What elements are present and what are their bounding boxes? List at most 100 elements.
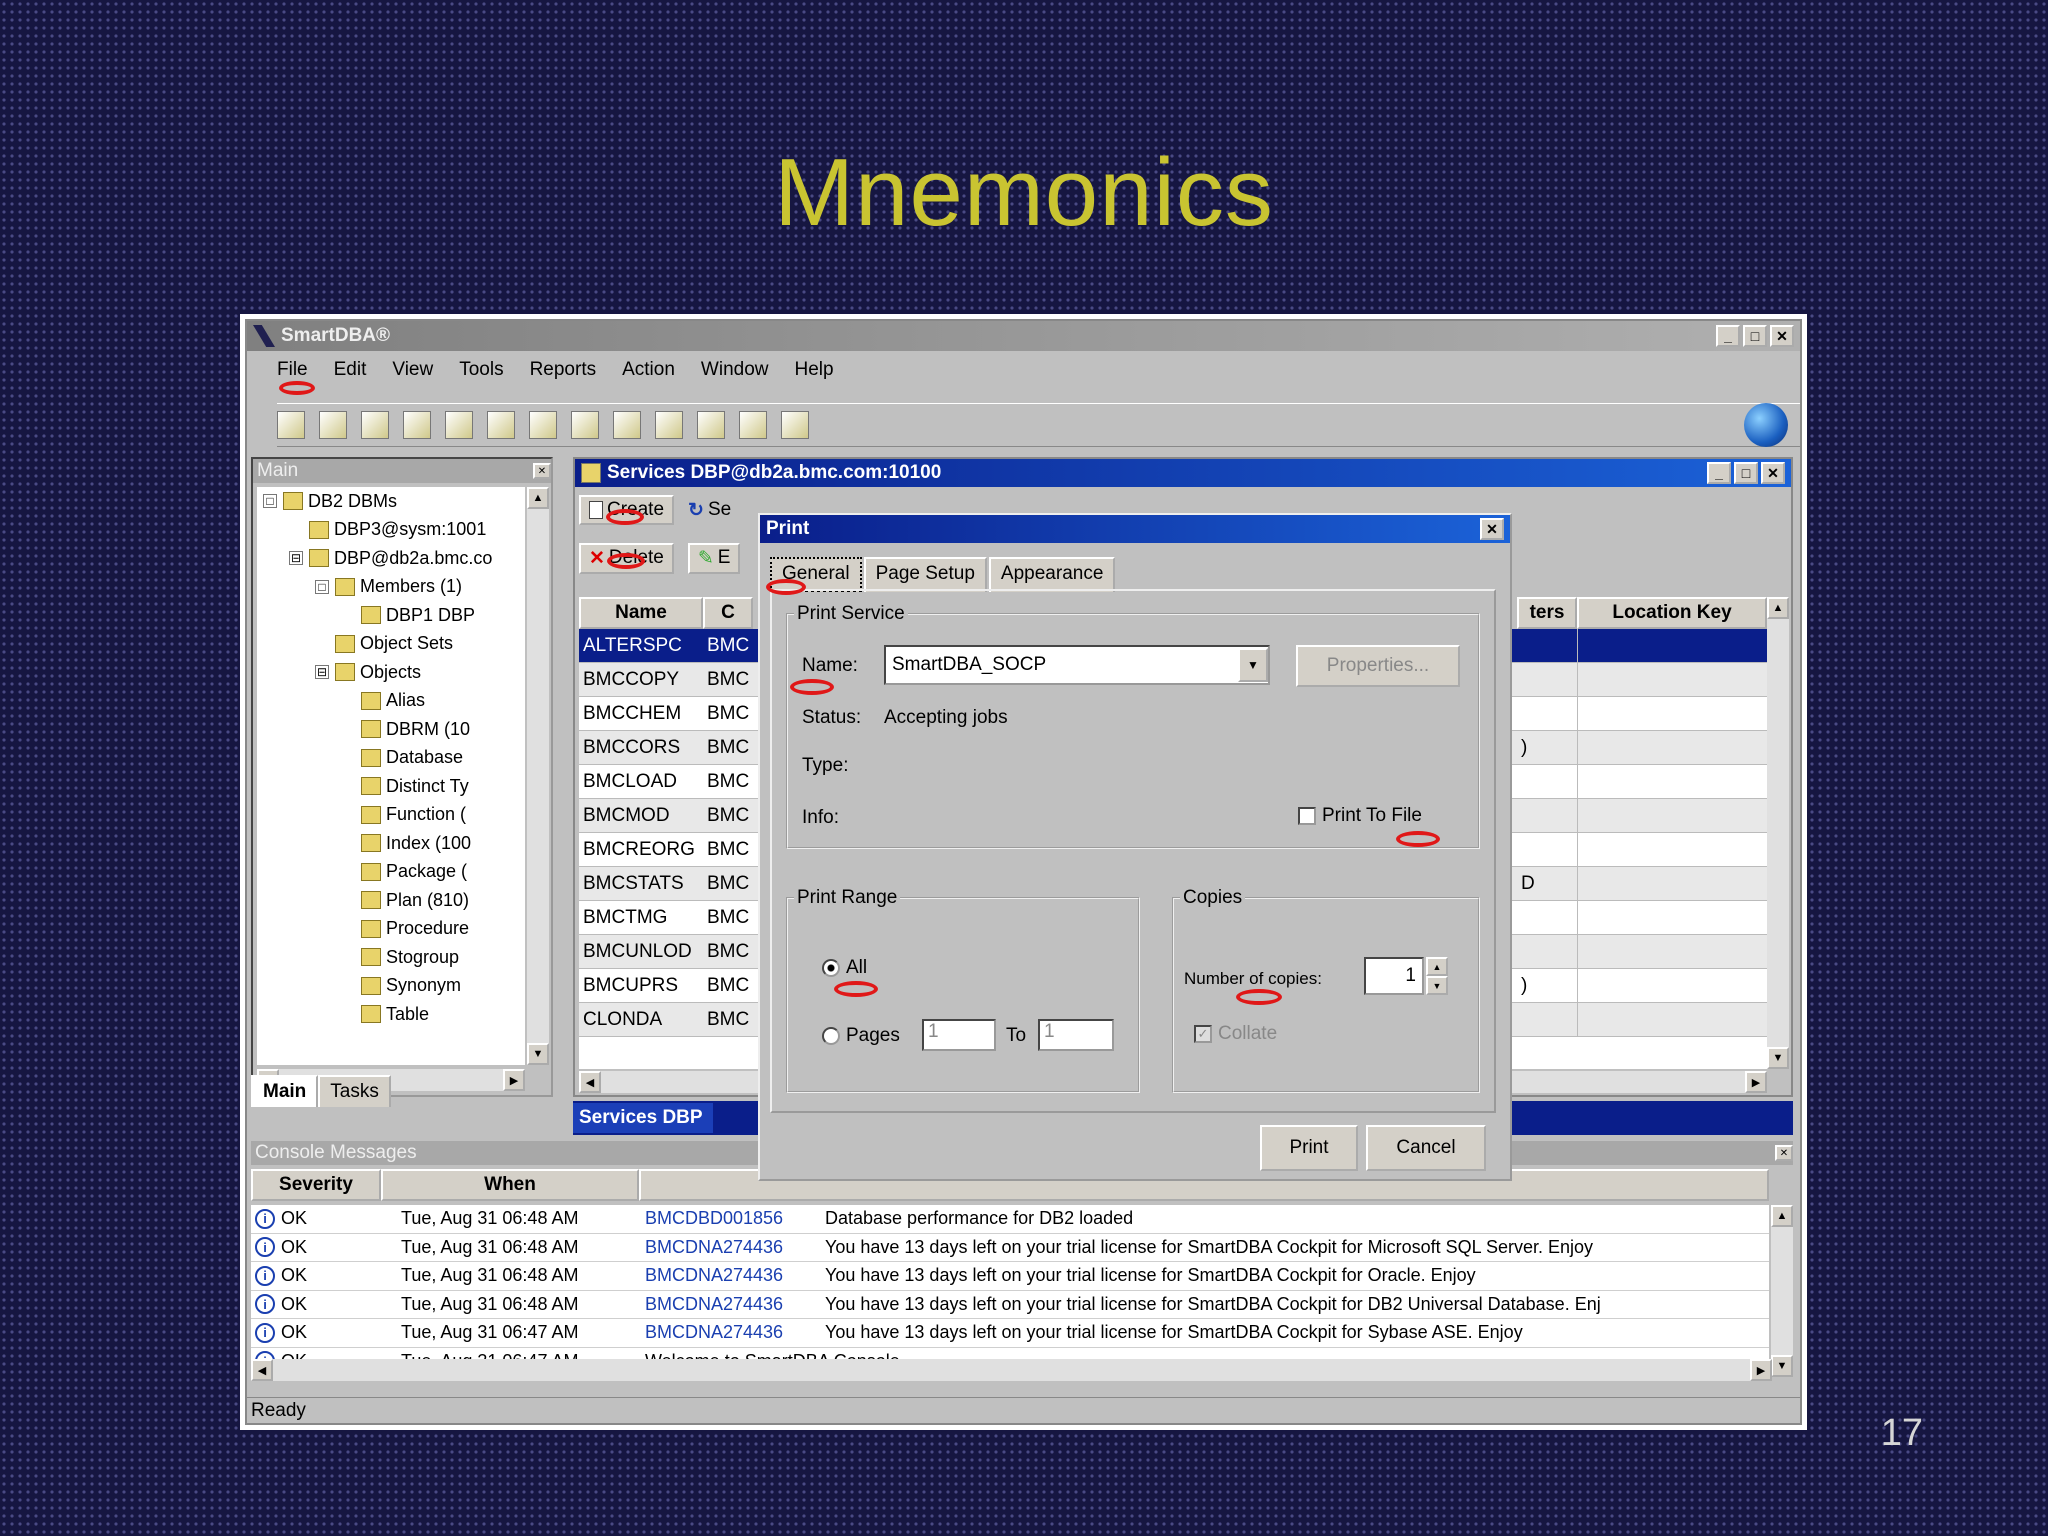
menu-view[interactable]: View	[392, 359, 433, 381]
col-header-ters[interactable]: ters	[1517, 597, 1577, 629]
refresh-button[interactable]: ↻ Se	[688, 499, 731, 522]
tree-node[interactable]: ⊟ DBP@db2a.bmc.co	[263, 544, 525, 573]
toolbar-icon[interactable]	[277, 411, 305, 439]
menu-edit[interactable]: Edit	[334, 359, 367, 381]
tab-appearance[interactable]: Appearance	[988, 557, 1116, 592]
console-vscroll[interactable]: ▲ ▼	[1771, 1205, 1793, 1377]
message-id-link[interactable]: BMCDBD001856	[639, 1208, 819, 1229]
app-titlebar[interactable]: SmartDBA® _ □ ✕	[247, 321, 1800, 351]
expand-icon[interactable]: □	[315, 579, 329, 594]
maximize-icon[interactable]: □	[1734, 462, 1758, 484]
properties-button[interactable]: Properties...	[1296, 645, 1460, 687]
scroll-down-icon[interactable]: ▼	[1767, 1047, 1789, 1069]
close-icon[interactable]: ✕	[1761, 462, 1785, 484]
tree-node[interactable]: DBP1 DBP	[263, 601, 525, 630]
menu-window[interactable]: Window	[701, 359, 769, 381]
services-titlebar[interactable]: Services DBP@db2a.bmc.com:10100 _ □ ✕	[575, 459, 1791, 487]
scroll-right-icon[interactable]: ▶	[503, 1069, 525, 1091]
tree-node[interactable]: DBRM (10	[263, 715, 525, 744]
tree-node[interactable]: □ DB2 DBMs	[263, 487, 525, 516]
col-header-severity[interactable]: Severity	[251, 1169, 381, 1201]
close-icon[interactable]: ✕	[1775, 1145, 1793, 1161]
maximize-icon[interactable]: □	[1743, 325, 1767, 347]
message-id-link[interactable]: BMCDNA274436	[639, 1294, 819, 1315]
menu-file[interactable]: File	[277, 359, 308, 381]
printer-name-select[interactable]: SmartDBA_SOCP ▼	[884, 645, 1270, 685]
pages-to-input[interactable]: 1	[1038, 1019, 1114, 1051]
toolbar-icon[interactable]	[319, 411, 347, 439]
radio-icon[interactable]	[822, 959, 840, 977]
console-row[interactable]: i OK Tue, Aug 31 06:48 AM BMCDNA274436 You h…	[251, 1291, 1769, 1319]
tree-node[interactable]: Database	[263, 744, 525, 773]
tree-vscroll[interactable]: ▲ ▼	[527, 487, 549, 1065]
toolbar-icon[interactable]	[445, 411, 473, 439]
scroll-left-icon[interactable]: ◀	[579, 1071, 601, 1093]
tree-node[interactable]: Synonym	[263, 972, 525, 1001]
cancel-button[interactable]: Cancel	[1366, 1125, 1486, 1171]
checkbox-icon[interactable]	[1298, 807, 1316, 825]
minimize-icon[interactable]: _	[1707, 462, 1731, 484]
minimize-icon[interactable]: _	[1716, 325, 1740, 347]
expand-icon[interactable]: ⊟	[315, 665, 329, 680]
console-row[interactable]: i OK Tue, Aug 31 06:47 AM BMCDNA274436 You h…	[251, 1319, 1769, 1348]
tree-node[interactable]: Alias	[263, 687, 525, 716]
toolbar-icon[interactable]	[529, 411, 557, 439]
toolbar-icon[interactable]	[697, 411, 725, 439]
print-button[interactable]: Print	[1260, 1125, 1358, 1171]
toolbar-icon[interactable]	[781, 411, 809, 439]
tree-node[interactable]: Table	[263, 1000, 525, 1029]
edit-button[interactable]: ✎ E	[687, 542, 741, 574]
copies-input[interactable]: 1	[1364, 957, 1424, 995]
scroll-left-icon[interactable]: ◀	[251, 1359, 273, 1381]
tree-node[interactable]: DBP3@sysm:1001	[263, 516, 525, 545]
console-row[interactable]: i OK Tue, Aug 31 06:48 AM BMCDBD001856 Datab…	[251, 1205, 1769, 1234]
menu-reports[interactable]: Reports	[530, 359, 597, 381]
close-icon[interactable]: ✕	[533, 463, 551, 479]
expand-icon[interactable]: ⊟	[289, 551, 303, 566]
tree-node[interactable]: Package (	[263, 858, 525, 887]
tree-node[interactable]: Plan (810)	[263, 886, 525, 915]
tree-node[interactable]: Function (	[263, 801, 525, 830]
tab-main[interactable]: Main	[251, 1075, 319, 1107]
tree-node[interactable]: Distinct Ty	[263, 772, 525, 801]
tab-tasks[interactable]: Tasks	[318, 1075, 391, 1107]
col-header-location-key[interactable]: Location Key	[1577, 597, 1767, 629]
radio-icon[interactable]	[822, 1027, 840, 1045]
toolbar-icon[interactable]	[739, 411, 767, 439]
scroll-up-icon[interactable]: ▲	[1767, 597, 1789, 619]
message-id-link[interactable]: BMCDNA274436	[639, 1322, 819, 1343]
menu-action[interactable]: Action	[622, 359, 675, 381]
console-row[interactable]: i OK Tue, Aug 31 06:48 AM BMCDNA274436 You h…	[251, 1262, 1769, 1291]
scroll-up-icon[interactable]: ▲	[527, 487, 549, 509]
pages-from-input[interactable]: 1	[922, 1019, 996, 1051]
scroll-down-icon[interactable]: ▼	[527, 1043, 549, 1065]
col-header-name[interactable]: Name	[579, 597, 703, 629]
scroll-right-icon[interactable]: ▶	[1745, 1071, 1767, 1093]
scroll-right-icon[interactable]: ▶	[1750, 1359, 1772, 1381]
tree-node[interactable]: ⊟ Objects	[263, 658, 525, 687]
scroll-up-icon[interactable]: ▲	[1771, 1205, 1793, 1227]
col-header-c[interactable]: C	[703, 597, 753, 629]
toolbar-icon[interactable]	[403, 411, 431, 439]
message-id-link[interactable]: BMCDNA274436	[639, 1265, 819, 1286]
chevron-down-icon[interactable]: ▼	[1238, 648, 1268, 682]
tree-node[interactable]: Index (100	[263, 829, 525, 858]
menu-help[interactable]: Help	[795, 359, 834, 381]
toolbar-icon[interactable]	[361, 411, 389, 439]
tree-node[interactable]: Stogroup	[263, 943, 525, 972]
tree-node[interactable]: Procedure	[263, 915, 525, 944]
close-icon[interactable]: ✕	[1770, 325, 1794, 347]
collate-checkbox[interactable]: ✓ Collate	[1194, 1023, 1277, 1045]
spin-down-icon[interactable]: ▼	[1426, 976, 1448, 995]
menu-tools[interactable]: Tools	[459, 359, 503, 381]
console-hscroll[interactable]: ◀ ▶	[251, 1359, 1772, 1381]
toolbar-icon[interactable]	[613, 411, 641, 439]
grid-vscroll[interactable]: ▲ ▼	[1767, 597, 1789, 1069]
all-radio[interactable]: All	[822, 957, 867, 979]
scroll-down-icon[interactable]: ▼	[1771, 1355, 1793, 1377]
col-header-when[interactable]: When	[381, 1169, 639, 1201]
pages-radio[interactable]: Pages	[822, 1025, 900, 1047]
close-icon[interactable]: ✕	[1480, 518, 1504, 541]
spin-up-icon[interactable]: ▲	[1426, 957, 1448, 976]
tab-page-setup[interactable]: Page Setup	[863, 557, 987, 592]
